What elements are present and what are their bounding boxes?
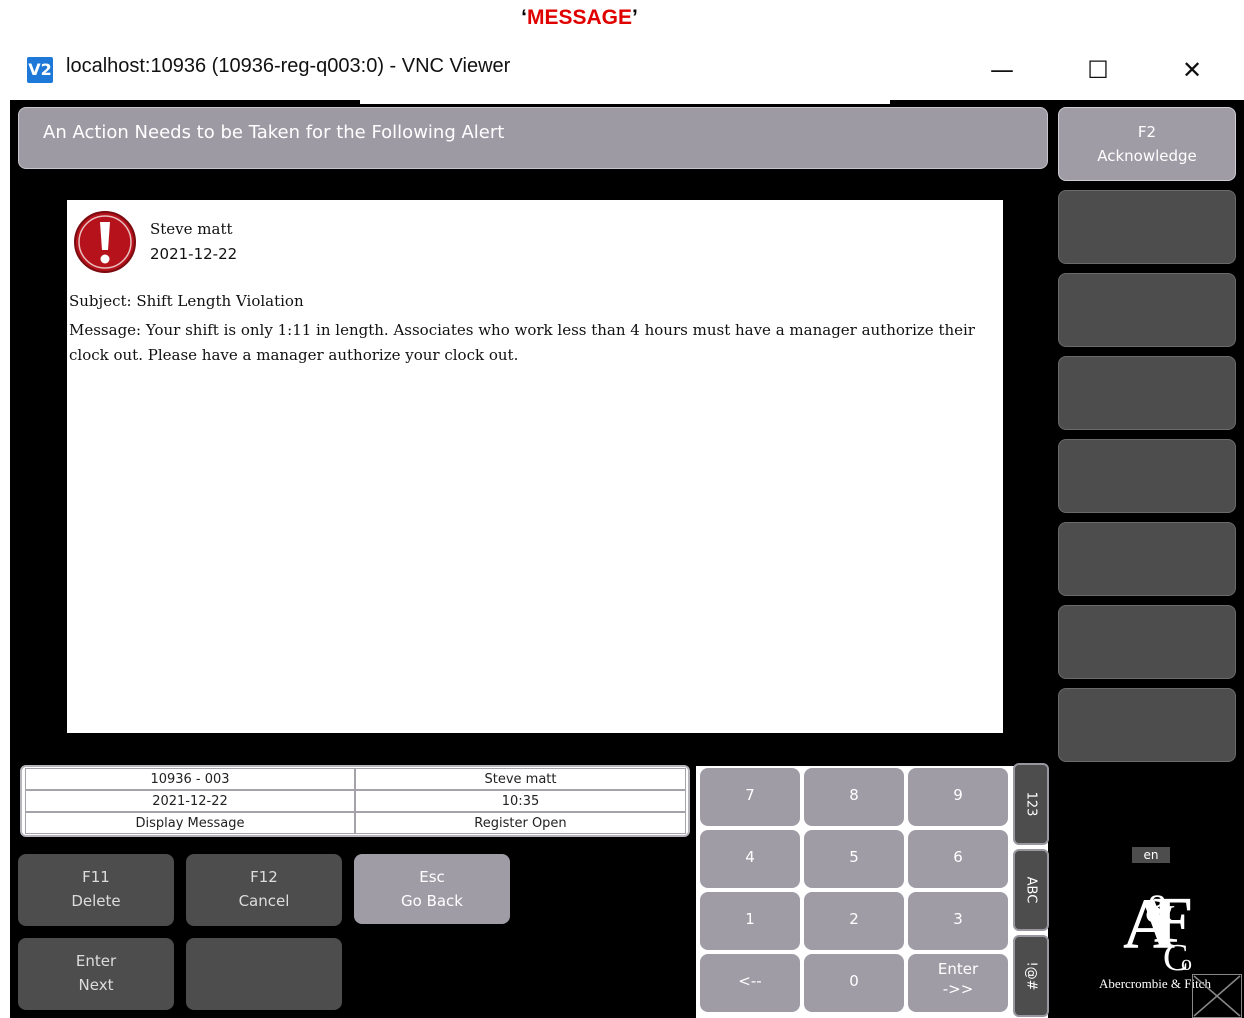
delete-label: Delete <box>71 892 121 910</box>
alert-header-title: An Action Needs to be Taken for the Foll… <box>43 122 505 143</box>
numeric-keypad: 7 8 9 4 5 6 1 2 3 <-- 0 Enter ->> <box>696 766 1048 1018</box>
page-caption: ‘MESSAGE’ <box>0 0 1244 40</box>
key-0-label: 0 <box>849 972 859 990</box>
abercrombie-logo-icon: A F & C o <box>1123 884 1193 979</box>
side-button-3[interactable] <box>1058 273 1236 347</box>
status-mode: Display Message <box>25 812 355 834</box>
side-button-6[interactable] <box>1058 522 1236 596</box>
key-6-label: 6 <box>953 848 963 866</box>
key-9-label: 9 <box>953 786 963 804</box>
status-register: 10936 - 003 <box>25 768 355 790</box>
alert-exclamation-icon <box>74 211 136 273</box>
key-7-label: 7 <box>745 786 755 804</box>
message-panel: Steve matt 2021-12-22 Subject: Shift Len… <box>67 200 1003 733</box>
svg-text:&: & <box>1145 886 1176 931</box>
status-time: 10:35 <box>355 790 686 812</box>
key-9[interactable]: 9 <box>908 768 1008 826</box>
remote-screen[interactable]: An Action Needs to be Taken for the Foll… <box>10 100 1244 1018</box>
caption-text: MESSAGE <box>526 6 633 29</box>
next-label: Next <box>78 976 114 994</box>
vnc-logo-icon: V2 <box>27 57 53 83</box>
tab-alpha[interactable]: ABC <box>1013 849 1049 931</box>
go-back-label: Go Back <box>401 892 463 910</box>
go-back-key: Esc <box>419 868 445 886</box>
language-indicator[interactable]: en <box>1132 847 1170 863</box>
acknowledge-label: Acknowledge <box>1097 147 1197 165</box>
close-button[interactable]: ✕ <box>1170 50 1214 90</box>
side-button-5[interactable] <box>1058 439 1236 513</box>
key-enter[interactable]: Enter ->> <box>908 954 1008 1012</box>
tab-numeric-label: 123 <box>1023 791 1039 817</box>
function-button-blank[interactable] <box>186 938 342 1010</box>
key-5-label: 5 <box>849 848 859 866</box>
key-3-label: 3 <box>953 910 963 928</box>
vnc-viewer-window: V2 localhost:10936 (10936-reg-q003:0) - … <box>10 40 1244 1018</box>
minimize-button[interactable]: — <box>980 50 1024 90</box>
message-date: 2021-12-22 <box>150 245 238 263</box>
key-3[interactable]: 3 <box>908 892 1008 950</box>
key-0[interactable]: 0 <box>804 954 904 1012</box>
side-button-7[interactable] <box>1058 605 1236 679</box>
key-6[interactable]: 6 <box>908 830 1008 888</box>
status-user: Steve matt <box>355 768 686 790</box>
window-title: localhost:10936 (10936-reg-q003:0) - VNC… <box>66 55 511 77</box>
status-table: 10936 - 003 Steve matt 2021-12-22 10:35 … <box>20 765 690 837</box>
svg-text:o: o <box>1181 950 1192 975</box>
tab-alpha-label: ABC <box>1023 876 1039 904</box>
message-body: Message: Your shift is only 1:11 in leng… <box>69 321 975 364</box>
cancel-label: Cancel <box>238 892 290 910</box>
side-button-2[interactable] <box>1058 190 1236 264</box>
key-8[interactable]: 8 <box>804 768 904 826</box>
key-4-label: 4 <box>745 848 755 866</box>
caption-quote-close: ’ <box>632 6 638 29</box>
side-button-4[interactable] <box>1058 356 1236 430</box>
key-1[interactable]: 1 <box>700 892 800 950</box>
next-button[interactable]: Enter Next <box>18 938 174 1010</box>
key-2-label: 2 <box>849 910 859 928</box>
alert-header: An Action Needs to be Taken for the Foll… <box>18 107 1048 169</box>
tab-symbols[interactable]: !@# <box>1013 935 1049 1017</box>
key-7[interactable]: 7 <box>700 768 800 826</box>
maximize-button[interactable]: ☐ <box>1076 50 1120 90</box>
message-author: Steve matt <box>150 220 233 238</box>
message-subject: Subject: Shift Length Violation <box>69 292 304 310</box>
acknowledge-button[interactable]: F2 Acknowledge <box>1058 107 1236 181</box>
status-register-state: Register Open <box>355 812 686 834</box>
side-button-8[interactable] <box>1058 688 1236 762</box>
tab-numeric[interactable]: 123 <box>1013 763 1049 845</box>
delete-key: F11 <box>82 868 110 886</box>
key-enter-label: Enter <box>937 960 979 978</box>
acknowledge-key: F2 <box>1137 123 1157 141</box>
cancel-button[interactable]: F12 Cancel <box>186 854 342 926</box>
vnc-toolbar-tab[interactable] <box>360 100 890 104</box>
key-8-label: 8 <box>849 786 859 804</box>
key-enter-arrow: ->> <box>942 980 974 998</box>
window-titlebar[interactable]: V2 localhost:10936 (10936-reg-q003:0) - … <box>10 40 1244 100</box>
key-backspace[interactable]: <-- <box>700 954 800 1012</box>
key-5[interactable]: 5 <box>804 830 904 888</box>
status-date: 2021-12-22 <box>25 790 355 812</box>
go-back-button[interactable]: Esc Go Back <box>354 854 510 924</box>
cancel-key: F12 <box>250 868 278 886</box>
key-2[interactable]: 2 <box>804 892 904 950</box>
key-4[interactable]: 4 <box>700 830 800 888</box>
delete-button[interactable]: F11 Delete <box>18 854 174 926</box>
x-box-icon[interactable] <box>1192 974 1242 1018</box>
key-1-label: 1 <box>745 910 755 928</box>
key-backspace-label: <-- <box>738 972 762 990</box>
tab-symbols-label: !@# <box>1023 961 1039 991</box>
next-key: Enter <box>75 952 117 970</box>
